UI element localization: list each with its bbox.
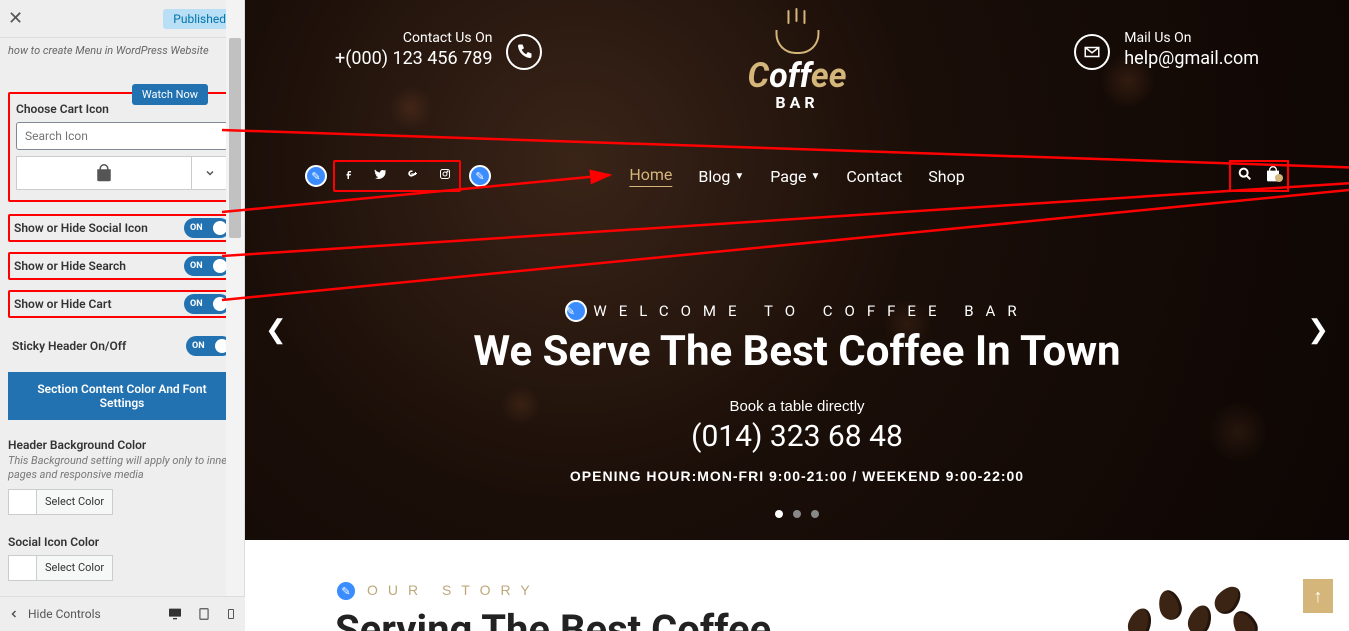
search-icon-input[interactable] [16, 122, 228, 150]
hero-welcome: WELCOME TO COFFEE BAR [593, 302, 1028, 320]
mail-icon [1074, 34, 1110, 70]
toggle-cart-label: Show or Hide Cart [14, 297, 184, 311]
nav-menu: Home Blog▼ Page▼ Contact Shop [629, 165, 964, 187]
shopping-bag-icon [95, 164, 113, 182]
slider-dot[interactable] [811, 510, 819, 518]
search-icon[interactable] [1237, 166, 1253, 186]
cart-icon[interactable] [1265, 166, 1281, 186]
selected-icon-preview [16, 156, 192, 190]
mail-label: Mail Us On [1124, 30, 1259, 46]
toggle-cart[interactable]: ON [184, 294, 230, 314]
choose-cart-icon-section: Choose Cart Icon [8, 92, 236, 202]
scroll-to-top-button[interactable]: ↑ [1303, 579, 1333, 613]
tablet-icon[interactable] [197, 606, 211, 622]
menu-page[interactable]: Page▼ [770, 165, 820, 187]
mail-value: help@gmail.com [1124, 48, 1259, 69]
select-color-text: Select Color [37, 561, 112, 574]
edit-shortcut-icon[interactable]: ✎ [469, 165, 491, 187]
help-text: how to create Menu in WordPress Website [8, 44, 236, 58]
desktop-icon[interactable] [167, 606, 183, 622]
story-section: ✎ OUR STORY Serving The Best Coffee [245, 540, 1349, 631]
watch-now-button[interactable]: Watch Now [132, 84, 208, 105]
menu-shop[interactable]: Shop [928, 165, 964, 187]
section-color-font-button[interactable]: Section Content Color And Font Settings [8, 372, 236, 420]
menu-blog[interactable]: Blog▼ [698, 165, 744, 187]
slider-dot[interactable] [775, 510, 783, 518]
close-icon[interactable]: ✕ [8, 8, 23, 29]
facebook-icon[interactable] [343, 168, 355, 184]
toggle-social-label: Show or Hide Social Icon [14, 221, 184, 235]
site-preview: Contact Us On +(000) 123 456 789 Mail Us… [245, 0, 1349, 631]
mobile-icon[interactable] [225, 606, 237, 622]
twitter-icon[interactable] [373, 168, 387, 184]
sidebar-body: how to create Menu in WordPress Website … [0, 38, 244, 631]
edit-shortcut-icon[interactable]: ✎ [565, 300, 587, 322]
slider-next-icon[interactable]: ❯ [1307, 315, 1329, 345]
toggle-social-row: Show or Hide Social Icon ON [8, 214, 236, 242]
search-cart-highlight [1229, 160, 1289, 192]
slider-prev-icon[interactable]: ❮ [265, 315, 287, 345]
menu-contact[interactable]: Contact [846, 165, 902, 187]
sidebar-footer: Hide Controls [0, 596, 245, 631]
contact-label: Contact Us On [335, 30, 492, 46]
cup-icon [767, 20, 827, 55]
color-swatch [9, 556, 37, 580]
social-icon-color-label: Social Icon Color [8, 535, 236, 549]
story-tag: OUR STORY [367, 582, 540, 598]
header-bg-color-note: This Background setting will apply only … [8, 454, 236, 483]
icon-dropdown-toggle[interactable] [192, 156, 228, 190]
select-color-text: Select Color [37, 495, 112, 508]
customizer-sidebar: ✕ Published how to create Menu in WordPr… [0, 0, 245, 631]
instagram-icon[interactable] [439, 168, 451, 184]
toggle-cart-row: Show or Hide Cart ON [8, 290, 236, 318]
chevron-down-icon: ▼ [810, 171, 820, 182]
chevron-down-icon: ▼ [734, 171, 744, 182]
slider-dots [285, 510, 1309, 518]
hero-hours: OPENING HOUR:MON-FRI 9:00-21:00 / WEEKEN… [285, 468, 1309, 484]
hero-headline: We Serve The Best Coffee In Town [285, 328, 1309, 376]
sidebar-topbar: ✕ Published [0, 0, 244, 38]
story-title: Serving The Best Coffee [335, 606, 771, 631]
header-bg-color-label: Header Background Color [8, 438, 236, 452]
toggle-search-label: Show or Hide Search [14, 259, 184, 273]
hero-content: ✎ WELCOME TO COFFEE BAR We Serve The Best… [245, 300, 1349, 518]
header-bg-color-picker[interactable]: Select Color [8, 489, 113, 515]
hide-controls-button[interactable]: Hide Controls [28, 607, 101, 621]
edit-shortcut-icon[interactable]: ✎ [335, 580, 357, 602]
collapse-icon[interactable] [8, 608, 20, 620]
toggle-search[interactable]: ON [184, 256, 230, 276]
social-icon-color-picker[interactable]: Select Color [8, 555, 113, 581]
color-swatch [9, 490, 37, 514]
toggle-social[interactable]: ON [184, 218, 230, 238]
hero-section: Contact Us On +(000) 123 456 789 Mail Us… [245, 0, 1349, 540]
google-plus-icon[interactable] [405, 168, 421, 184]
contact-value: +(000) 123 456 789 [335, 48, 492, 69]
toggle-sticky-label: Sticky Header On/Off [12, 339, 186, 353]
social-icons-highlight [333, 160, 461, 192]
edit-shortcut-icon[interactable]: ✎ [305, 165, 327, 187]
toggle-search-row: Show or Hide Search ON [8, 252, 236, 280]
phone-icon [506, 34, 542, 70]
main-navbar: ✎ ✎ Home Blog▼ Page▼ Contact Shop [245, 160, 1349, 192]
coffee-beans-image [1119, 580, 1259, 631]
slider-dot[interactable] [793, 510, 801, 518]
toggle-sticky-row: Sticky Header On/Off ON [8, 332, 236, 360]
hero-phone: (014) 323 68 48 [285, 419, 1309, 454]
chevron-down-icon [204, 167, 216, 179]
sidebar-scrollbar[interactable] [226, 0, 244, 596]
menu-home[interactable]: Home [629, 165, 672, 187]
site-logo[interactable]: Coffee BAR [747, 20, 846, 112]
hero-book: Book a table directly [285, 398, 1309, 415]
